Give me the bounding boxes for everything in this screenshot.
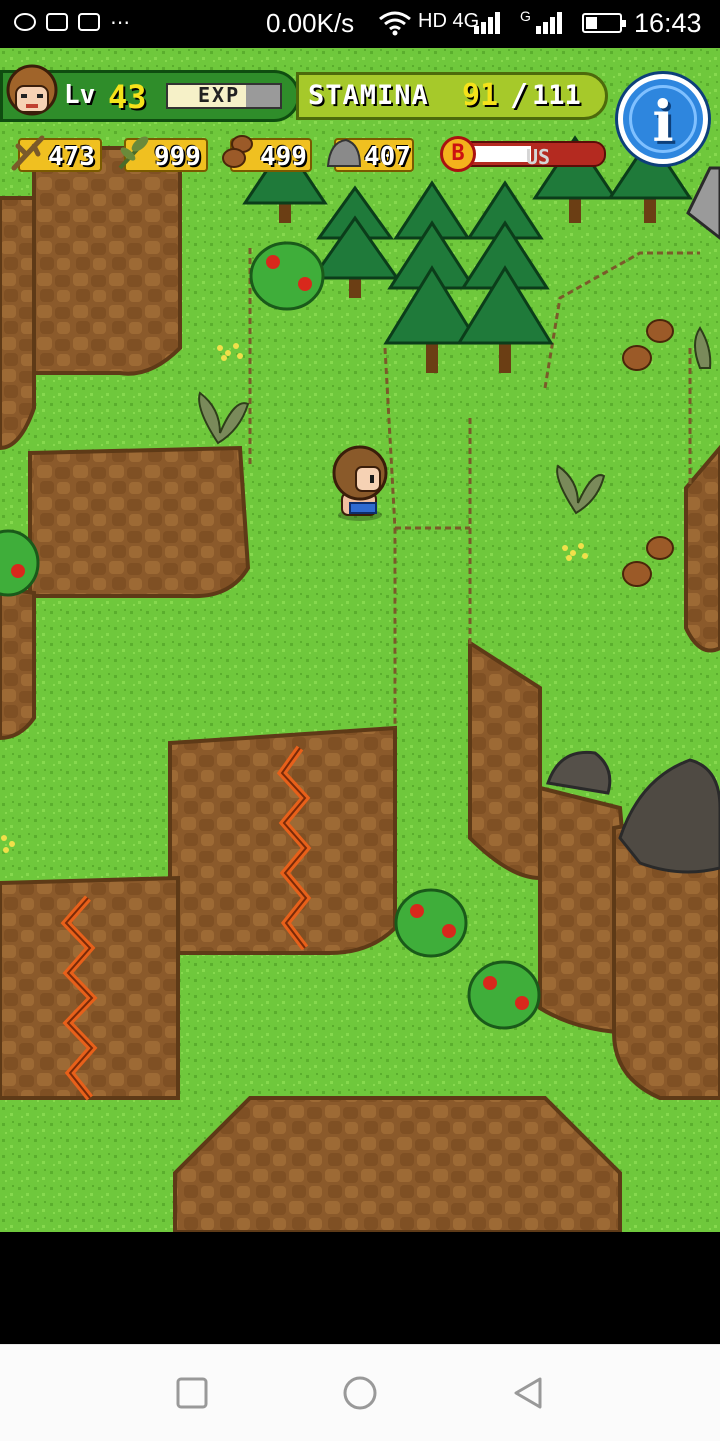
stone-icon [326, 138, 362, 167]
bonus-badge-letter: B [451, 141, 465, 166]
status-bar: ⋯ 0.00K/s HD 4G G 16:43 [0, 0, 720, 48]
player-avatar-icon[interactable] [4, 62, 60, 126]
resource-value: 499 [260, 142, 307, 172]
level-value: 43 [108, 78, 147, 116]
network-type-secondary: G [520, 8, 531, 24]
level-label: Lv [64, 80, 96, 110]
cliff-upper-left [32, 146, 182, 376]
notification-icons: ⋯ [14, 10, 130, 34]
cliff-center [168, 725, 397, 955]
network-speed: 0.00K/s [266, 8, 355, 38]
game-map[interactable] [0, 48, 720, 1232]
nut-item[interactable] [622, 561, 652, 587]
back-icon[interactable] [508, 1373, 548, 1413]
info-icon: i [652, 89, 674, 155]
berry-bush[interactable] [467, 960, 541, 1030]
branch-icon [11, 135, 45, 171]
resource-herbs: 999 [118, 136, 208, 172]
navigation-bar [0, 1344, 720, 1441]
home-icon[interactable] [340, 1373, 380, 1413]
bonus-badge-icon: B [440, 136, 476, 172]
stamina-label: STAMINA [308, 80, 429, 111]
bonus-label: US [526, 145, 551, 169]
berry-bush[interactable] [394, 888, 468, 958]
exp-label: EXP [198, 83, 241, 107]
nut-icon [222, 135, 253, 168]
network-type-primary: HD 4G [418, 10, 480, 32]
letterbox-band [0, 1232, 720, 1344]
cliff-bottom [173, 1096, 622, 1232]
resource-nuts: 499 [222, 135, 312, 172]
info-button[interactable]: i [618, 74, 708, 164]
stamina-current: 91 [462, 78, 499, 113]
resource-value: 407 [364, 142, 411, 172]
nut-item[interactable] [646, 319, 674, 343]
stamina-max: 111 [532, 80, 581, 111]
bonus-meter: US B [440, 136, 606, 172]
stamina-separator: / [510, 78, 529, 113]
more-dots-icon: ⋯ [110, 10, 130, 34]
herb-icon [118, 136, 149, 170]
cliff-left-small [0, 585, 36, 741]
signal-strength-icon [474, 12, 500, 34]
cliff-left-edge [0, 196, 36, 451]
exp-bar: EXP [166, 83, 282, 109]
recent-apps-icon[interactable] [172, 1373, 212, 1413]
nut-item[interactable] [622, 345, 652, 371]
resource-stones: 407 [326, 138, 414, 172]
resource-value: 999 [154, 142, 201, 172]
tv-icon [78, 13, 100, 31]
wifi-icon [379, 11, 411, 36]
game-viewport[interactable]: Lv 43 EXP STAMINA 91 / 111 i 473 999 499 [0, 48, 720, 1232]
bonus-bar: US [462, 141, 606, 169]
game-controller-icon [14, 13, 36, 31]
battery-icon [582, 13, 626, 33]
cliff-left-middle [28, 445, 251, 599]
resource-branches: 473 [11, 135, 102, 172]
signal-strength-2-icon [536, 12, 562, 34]
cliff-lower-left [0, 875, 180, 1100]
clock: 16:43 [634, 8, 702, 38]
nut-item[interactable] [646, 536, 674, 560]
resource-value: 473 [48, 142, 95, 172]
berry-bush[interactable] [249, 241, 325, 311]
calendar-icon [46, 13, 68, 31]
